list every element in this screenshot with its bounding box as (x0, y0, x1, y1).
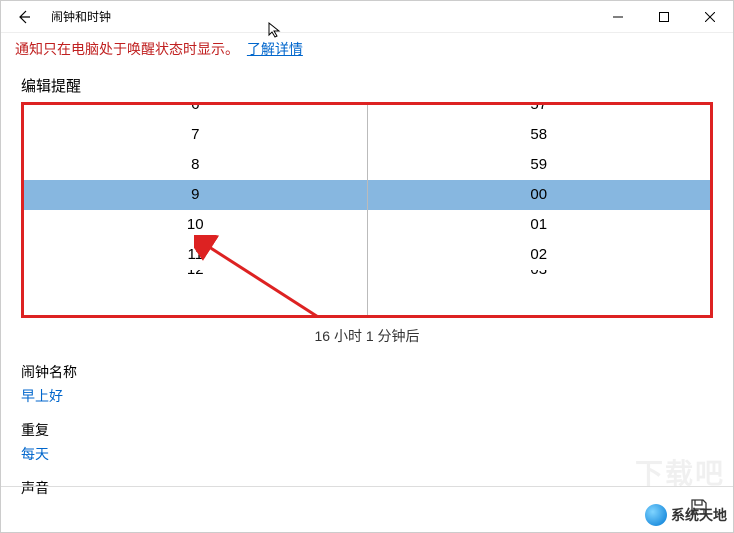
repeat-value[interactable]: 每天 (21, 444, 713, 464)
notice-text: 通知只在电脑处于唤醒状态时显示。 (15, 41, 239, 57)
hour-option[interactable]: 7 (24, 120, 367, 150)
repeat-label: 重复 (21, 420, 713, 440)
minute-option[interactable]: 58 (368, 120, 711, 150)
hour-column[interactable]: 6 7 8 9 10 11 12 (24, 105, 368, 315)
hour-option[interactable]: 10 (24, 210, 367, 240)
hour-option[interactable]: 12 (24, 270, 367, 285)
minute-option[interactable]: 03 (368, 270, 711, 285)
maximize-button[interactable] (641, 1, 687, 33)
brand-text: 系统天地 (671, 505, 727, 525)
edit-alarm-heading: 编辑提醒 (21, 75, 713, 96)
watermark-text: 下载吧 (635, 452, 725, 492)
alarm-name-value[interactable]: 早上好 (21, 386, 713, 406)
minute-option[interactable]: 01 (368, 210, 711, 240)
minute-option[interactable]: 57 (368, 105, 711, 120)
hour-option[interactable]: 6 (24, 105, 367, 120)
brand-badge: 系统天地 (645, 504, 727, 526)
content-area: 编辑提醒 6 7 8 9 10 11 12 57 58 59 00 01 02 … (1, 65, 733, 498)
bottom-bar (1, 486, 733, 532)
minute-column[interactable]: 57 58 59 00 01 02 03 (368, 105, 711, 315)
learn-more-link[interactable]: 了解详情 (247, 41, 303, 57)
window-title: 闹钟和时钟 (47, 8, 595, 25)
titlebar: 闹钟和时钟 (1, 1, 733, 33)
minimize-button[interactable] (595, 1, 641, 33)
minute-option[interactable]: 02 (368, 240, 711, 270)
alarm-name-field: 闹钟名称 早上好 (21, 362, 713, 406)
notice-bar: 通知只在电脑处于唤醒状态时显示。 了解详情 (1, 33, 733, 65)
back-arrow-icon (16, 9, 32, 25)
window-controls (595, 1, 733, 33)
hour-option-selected[interactable]: 9 (24, 180, 367, 210)
hour-option[interactable]: 11 (24, 240, 367, 270)
minute-option[interactable]: 59 (368, 150, 711, 180)
brand-icon (645, 504, 667, 526)
hour-option[interactable]: 8 (24, 150, 367, 180)
time-remaining-text: 16 小时 1 分钟后 (21, 318, 713, 362)
back-button[interactable] (1, 1, 47, 33)
alarm-name-label: 闹钟名称 (21, 362, 713, 382)
close-button[interactable] (687, 1, 733, 33)
minute-option-selected[interactable]: 00 (368, 180, 711, 210)
repeat-field: 重复 每天 (21, 420, 713, 464)
time-picker[interactable]: 6 7 8 9 10 11 12 57 58 59 00 01 02 03 (21, 102, 713, 318)
